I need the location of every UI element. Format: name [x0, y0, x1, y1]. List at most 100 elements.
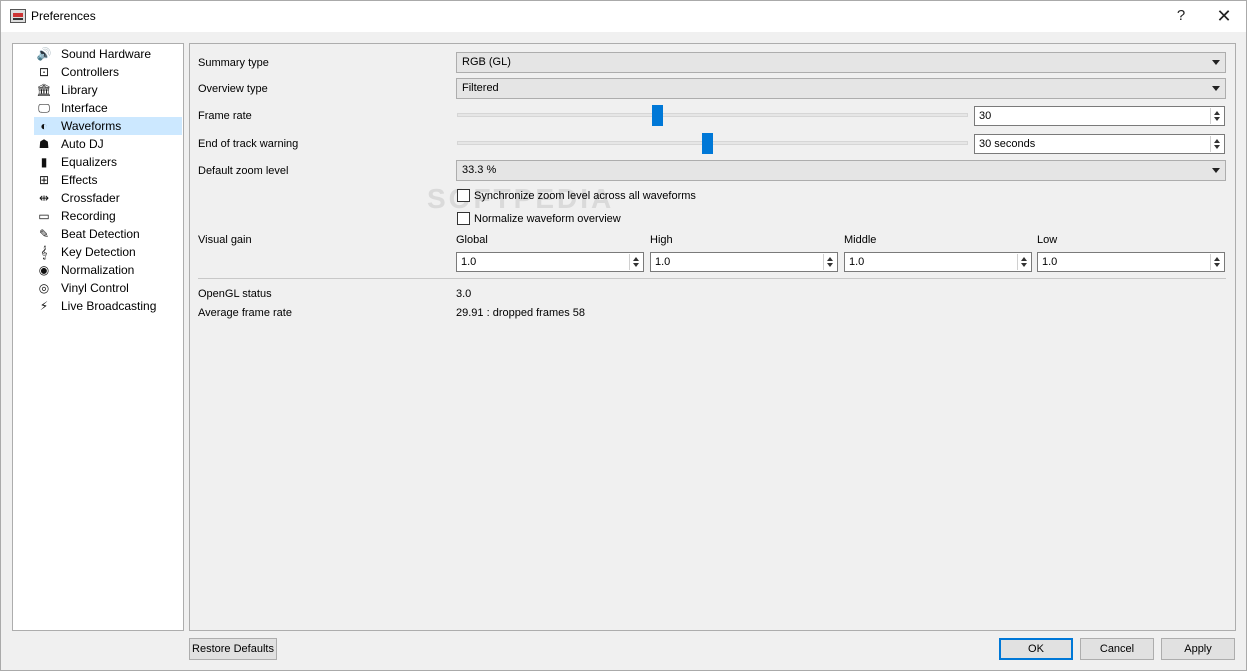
sidebar-item-label: Sound Hardware [61, 47, 152, 61]
sidebar-item-effects[interactable]: ⊞ Effects [34, 171, 182, 189]
sidebar-item-library[interactable]: 🏛 Library [34, 81, 182, 99]
end-of-track-label: End of track warning [198, 138, 299, 150]
sidebar-item-sound-hardware[interactable]: 🔊 Sound Hardware [34, 45, 182, 63]
monitor-icon: 🖵 [38, 100, 50, 115]
signal-icon: ◉ [38, 263, 50, 277]
sidebar-item-live-broadcasting[interactable]: ⚡ Live Broadcasting [34, 297, 182, 315]
library-icon: 🏛 [36, 83, 52, 97]
ok-button[interactable]: OK [999, 638, 1073, 660]
end-of-track-slider-handle[interactable] [702, 133, 713, 154]
broadcast-icon: ⚡ [39, 299, 49, 313]
spin-arrows-icon[interactable] [629, 254, 642, 270]
sidebar-item-key-detection[interactable]: 𝄞 Key Detection [34, 243, 182, 261]
frame-rate-spinbox[interactable]: 30 [974, 106, 1225, 126]
preferences-window: Preferences ? ✕ 🔊 Sound Hardware ⊡ Contr… [0, 0, 1247, 671]
close-button[interactable]: ✕ [1209, 6, 1239, 26]
section-divider [198, 278, 1226, 279]
sidebar-item-label: Beat Detection [61, 227, 140, 241]
sidebar-item-label: Key Detection [61, 245, 136, 259]
gain-high-value: 1.0 [655, 256, 671, 268]
spin-arrows-icon[interactable] [1210, 108, 1223, 124]
frame-rate-slider-handle[interactable] [652, 105, 663, 126]
overview-type-select[interactable]: Filtered [456, 78, 1226, 99]
apply-button[interactable]: Apply [1161, 638, 1235, 660]
controller-icon: ⊡ [38, 65, 50, 79]
sidebar-item-vinyl-control[interactable]: ◎ Vinyl Control [34, 279, 182, 297]
sidebar-item-equalizers[interactable]: ▮ Equalizers [34, 153, 182, 171]
normalize-overview-checkbox[interactable] [457, 212, 470, 225]
sidebar-item-label: Normalization [61, 263, 135, 277]
sidebar-item-label: Waveforms [61, 119, 122, 133]
spin-arrows-icon[interactable] [1210, 136, 1223, 152]
sidebar-item-label: Live Broadcasting [61, 299, 157, 313]
spin-arrows-icon[interactable] [1210, 254, 1223, 270]
gain-middle-spinbox[interactable]: 1.0 [844, 252, 1032, 272]
frame-rate-slider-track[interactable] [457, 113, 968, 117]
gain-high-spinbox[interactable]: 1.0 [650, 252, 838, 272]
sidebar-item-label: Vinyl Control [61, 281, 129, 295]
zoom-level-label: Default zoom level [198, 165, 289, 177]
avg-frame-rate-value: 29.91 : dropped frames 58 [456, 307, 586, 319]
gain-low-label: Low [1037, 234, 1058, 246]
sync-zoom-label[interactable]: Synchronize zoom level across all wavefo… [474, 190, 696, 202]
summary-type-value: RGB (GL) [462, 56, 511, 68]
equalizer-icon: ▮ [40, 155, 48, 169]
vinyl-icon: ◎ [38, 281, 50, 295]
gain-low-value: 1.0 [1042, 256, 1058, 268]
summary-type-label: Summary type [198, 57, 269, 69]
spin-arrows-icon[interactable] [823, 254, 836, 270]
sidebar-item-label: Effects [61, 173, 98, 187]
sidebar-item-recording[interactable]: ▭ Recording [34, 207, 182, 225]
gain-middle-value: 1.0 [849, 256, 865, 268]
opengl-status-value: 3.0 [456, 288, 472, 300]
avg-frame-rate-label: Average frame rate [198, 307, 292, 319]
spin-arrows-icon[interactable] [1017, 254, 1030, 270]
sidebar-item-label: Auto DJ [61, 137, 104, 151]
sidebar-item-interface[interactable]: 🖵 Interface [34, 99, 182, 117]
frame-rate-label: Frame rate [198, 110, 252, 122]
sidebar-item-label: Crossfader [61, 191, 120, 205]
clef-icon: 𝄞 [40, 244, 48, 259]
speaker-icon: 🔊 [36, 47, 52, 61]
preferences-sidebar: 🔊 Sound Hardware ⊡ Controllers 🏛 Library… [12, 43, 184, 631]
gain-middle-label: Middle [844, 234, 877, 246]
chevron-down-icon [1212, 168, 1220, 173]
overview-type-label: Overview type [198, 83, 268, 95]
chevron-down-icon [1212, 60, 1220, 65]
zoom-level-value: 33.3 % [462, 164, 497, 176]
sidebar-item-crossfader[interactable]: ⇹ Crossfader [34, 189, 182, 207]
sidebar-item-label: Controllers [61, 65, 120, 79]
sidebar-item-auto-dj[interactable]: ☗ Auto DJ [34, 135, 182, 153]
sidebar-item-label: Interface [61, 101, 108, 115]
frame-rate-value: 30 [979, 110, 992, 122]
opengl-status-label: OpenGL status [198, 288, 272, 300]
window-title: Preferences [31, 9, 96, 23]
gain-global-label: Global [456, 234, 488, 246]
gain-high-label: High [650, 234, 673, 246]
summary-type-select[interactable]: RGB (GL) [456, 52, 1226, 73]
sidebar-item-label: Library [61, 83, 98, 97]
overview-type-value: Filtered [462, 82, 499, 94]
chevron-down-icon [1212, 86, 1220, 91]
gain-global-value: 1.0 [461, 256, 477, 268]
gain-low-spinbox[interactable]: 1.0 [1037, 252, 1225, 272]
gain-global-spinbox[interactable]: 1.0 [456, 252, 644, 272]
crossfader-icon: ⇹ [38, 191, 50, 205]
waveform-icon: ◐ [40, 119, 48, 133]
help-button[interactable]: ? [1166, 6, 1196, 26]
sidebar-item-waveforms[interactable]: ◐ Waveforms [34, 117, 182, 135]
restore-defaults-button[interactable]: Restore Defaults [189, 638, 277, 660]
sidebar-item-label: Equalizers [61, 155, 118, 169]
title-bar: Preferences ? ✕ [1, 1, 1246, 32]
sidebar-item-beat-detection[interactable]: ✎ Beat Detection [34, 225, 182, 243]
sidebar-item-normalization[interactable]: ◉ Normalization [34, 261, 182, 279]
app-icon [10, 9, 26, 23]
normalize-overview-label[interactable]: Normalize waveform overview [474, 213, 621, 225]
sync-zoom-checkbox[interactable] [457, 189, 470, 202]
metronome-icon: ✎ [38, 227, 50, 241]
cancel-button[interactable]: Cancel [1080, 638, 1154, 660]
zoom-level-select[interactable]: 33.3 % [456, 160, 1226, 181]
end-of-track-value: 30 seconds [979, 138, 1036, 150]
sidebar-item-controllers[interactable]: ⊡ Controllers [34, 63, 182, 81]
end-of-track-spinbox[interactable]: 30 seconds [974, 134, 1225, 154]
